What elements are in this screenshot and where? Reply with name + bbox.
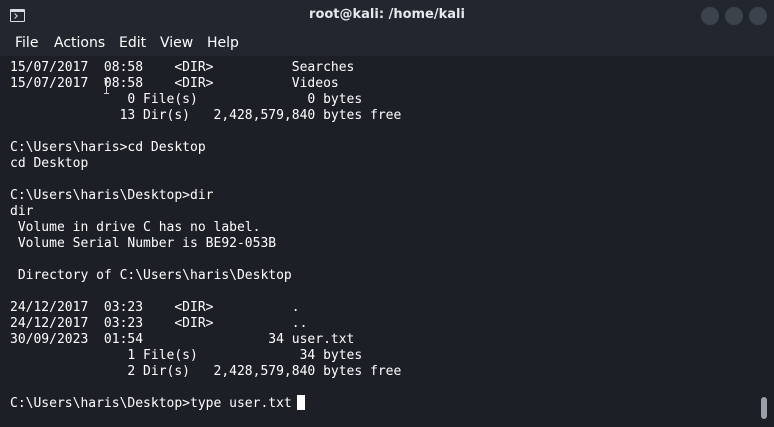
terminal-window: root@kali: /home/kali File Actions Edit … [0, 0, 774, 427]
terminal-line: Directory of C:\Users\haris\Desktop [10, 268, 292, 283]
menu-help[interactable]: Help [207, 35, 239, 51]
terminal-line: 2 Dir(s) 2,428,579,840 bytes free [10, 364, 402, 379]
maximize-icon[interactable] [725, 7, 743, 25]
minimize-icon[interactable] [701, 7, 719, 25]
terminal-line: 15/07/2017 08:58 <DIR> Searches [10, 60, 355, 75]
terminal-line: 13 Dir(s) 2,428,579,840 bytes free [10, 108, 402, 123]
terminal-line: Volume in drive C has no label. [10, 220, 261, 235]
close-icon[interactable] [749, 7, 767, 25]
menu-actions[interactable]: Actions [54, 35, 105, 51]
terminal-line: 15/07/2017 08:58 <DIR> Videos [10, 76, 339, 91]
window-title: root@kali: /home/kali [309, 7, 465, 22]
terminal-line: 30/09/2023 01:54 34 user.txt [10, 332, 355, 347]
terminal-line: C:\Users\haris\Desktop>dir [10, 188, 214, 203]
terminal-line: dir [10, 204, 34, 219]
menu-view[interactable]: View [160, 35, 193, 51]
mouse-ibeam-icon [104, 78, 110, 94]
terminal-output[interactable]: 15/07/2017 08:58 <DIR> Searches 15/07/20… [0, 56, 774, 427]
scrollbar-thumb[interactable] [761, 397, 767, 419]
terminal-prompt-line[interactable]: C:\Users\haris\Desktop>type user.txt [10, 396, 292, 412]
menu-edit[interactable]: Edit [119, 35, 146, 51]
terminal-line: 1 File(s) 34 bytes [10, 348, 363, 363]
terminal-line: 24/12/2017 03:23 <DIR> . [10, 300, 300, 315]
menu-bar: File Actions Edit View Help [0, 32, 774, 56]
terminal-line: Volume Serial Number is BE92-053B [10, 236, 277, 251]
title-bar[interactable]: root@kali: /home/kali [0, 0, 774, 32]
terminal-line: 24/12/2017 03:23 <DIR> .. [10, 316, 308, 331]
terminal-line: cd Desktop [10, 156, 89, 171]
text-cursor [297, 395, 305, 410]
menu-file[interactable]: File [15, 35, 38, 51]
terminal-line: 0 File(s) 0 bytes [10, 92, 363, 107]
terminal-line: C:\Users\haris>cd Desktop [10, 140, 206, 155]
